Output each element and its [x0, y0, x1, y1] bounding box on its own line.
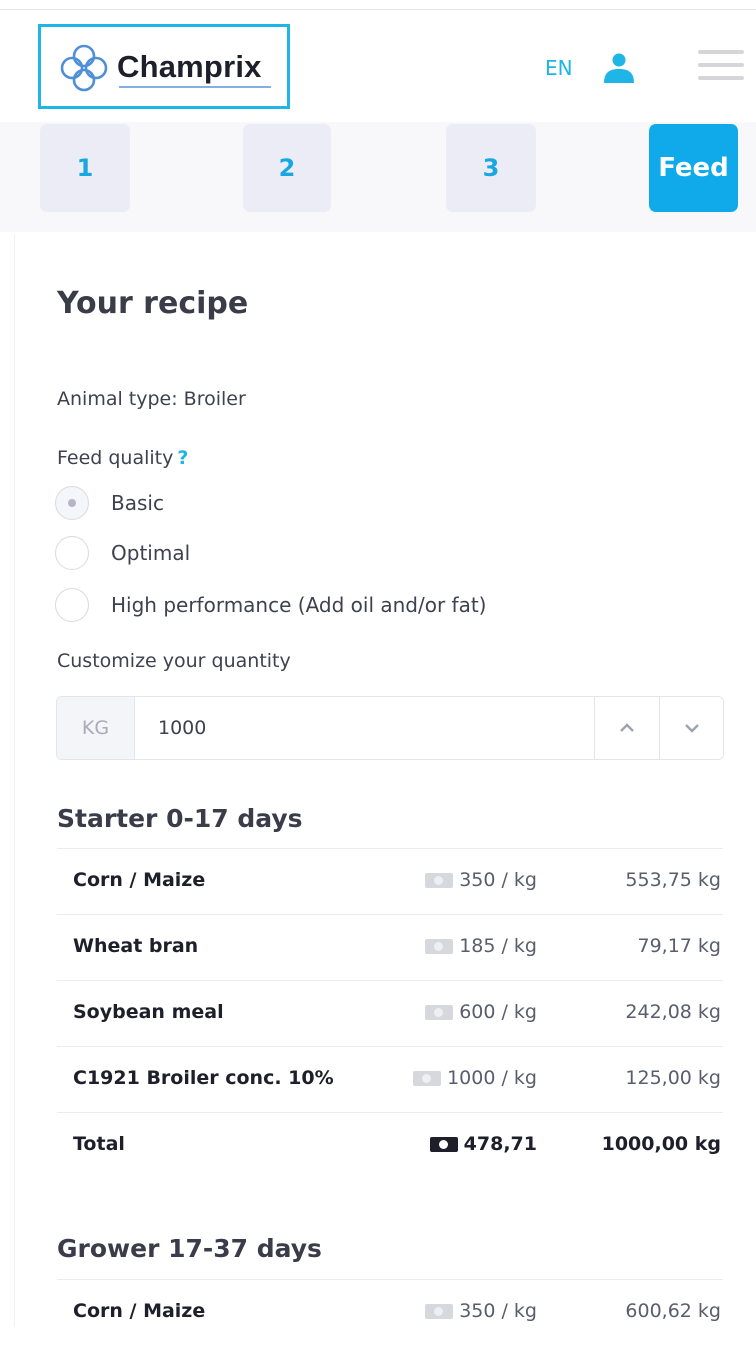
money-icon — [425, 1004, 454, 1020]
grower-table: Corn / Maize 350 / kg 600,62 kg — [57, 1279, 723, 1345]
step-2-button[interactable]: 2 — [243, 124, 331, 212]
recipe-card: Your recipe Animal type: Broiler Feed qu… — [14, 234, 756, 1327]
ingredient-amount: 553,75 kg — [625, 869, 721, 891]
ingredient-name: C1921 Broiler conc. 10% — [73, 1067, 334, 1089]
quantity-stepper: KG — [56, 696, 724, 760]
radio-button[interactable] — [55, 588, 89, 622]
feed-quality-text: Feed quality — [57, 447, 174, 469]
ingredient-price: 600 / kg — [425, 1001, 537, 1023]
price-text: 185 / kg — [459, 935, 537, 957]
price-text: 350 / kg — [459, 1300, 537, 1322]
money-icon — [425, 872, 454, 888]
ingredient-name: Soybean meal — [73, 1001, 224, 1023]
ingredient-name: Corn / Maize — [73, 1300, 206, 1322]
ingredient-amount: 79,17 kg — [637, 935, 722, 957]
ingredient-name: Wheat bran — [73, 935, 199, 957]
radio-label: Basic — [111, 491, 164, 515]
chevron-down-icon — [685, 724, 699, 733]
feed-quality-label: Feed quality? — [57, 447, 188, 469]
ingredient-price: 350 / kg — [425, 1300, 537, 1322]
ingredient-price: 1000 / kg — [413, 1067, 537, 1089]
table-row: Soybean meal 600 / kg 242,08 kg — [57, 980, 723, 1046]
radio-label: Optimal — [111, 541, 191, 565]
champrix-logo-icon — [60, 44, 108, 92]
ingredient-price: 185 / kg — [425, 935, 537, 957]
table-total-row: Total 478,71 1000,00 kg — [57, 1112, 723, 1178]
ingredient-amount: 242,08 kg — [625, 1001, 721, 1023]
table-row: Corn / Maize 350 / kg 553,75 kg — [57, 848, 723, 914]
step-feed-button[interactable]: Feed — [649, 124, 738, 212]
logo-underline — [119, 86, 271, 88]
price-text: 350 / kg — [459, 869, 537, 891]
radio-basic[interactable]: Basic — [55, 486, 164, 520]
animal-type: Animal type: Broiler — [57, 388, 246, 410]
total-amount: 1000,00 kg — [601, 1133, 721, 1155]
user-icon[interactable] — [602, 50, 636, 84]
money-icon — [425, 938, 454, 954]
logo-text: Champrix — [117, 49, 262, 84]
radio-button[interactable] — [55, 536, 89, 570]
increase-button[interactable] — [594, 697, 659, 759]
logo[interactable]: Champrix — [38, 24, 290, 109]
language-switcher[interactable]: EN — [545, 56, 573, 80]
section-title-starter: Starter 0-17 days — [57, 804, 303, 833]
step-navigation: 1 2 3 Feed — [0, 122, 756, 232]
hamburger-menu-icon[interactable] — [698, 50, 744, 84]
step-1-button[interactable]: 1 — [40, 124, 130, 212]
section-title-grower: Grower 17-37 days — [57, 1234, 322, 1263]
page-title: Your recipe — [57, 286, 249, 321]
total-price: 478,71 — [429, 1133, 537, 1155]
table-row: Wheat bran 185 / kg 79,17 kg — [57, 914, 723, 980]
ingredient-amount: 600,62 kg — [625, 1300, 721, 1322]
quantity-unit: KG — [57, 697, 135, 759]
money-icon — [425, 1303, 454, 1319]
app-header: Champrix EN — [0, 10, 756, 122]
ingredient-amount: 125,00 kg — [625, 1067, 721, 1089]
ingredient-price: 350 / kg — [425, 869, 537, 891]
total-label: Total — [73, 1133, 125, 1155]
chevron-up-icon — [620, 723, 634, 732]
radio-label: High performance (Add oil and/or fat) — [111, 593, 487, 617]
decrease-button[interactable] — [659, 697, 723, 759]
step-3-button[interactable]: 3 — [446, 124, 536, 212]
radio-button-checked[interactable] — [55, 486, 89, 520]
price-text: 1000 / kg — [447, 1067, 537, 1089]
total-price-text: 478,71 — [463, 1133, 537, 1155]
money-icon — [429, 1136, 458, 1152]
radio-high-performance[interactable]: High performance (Add oil and/or fat) — [55, 588, 486, 622]
ingredient-name: Corn / Maize — [73, 869, 206, 891]
radio-optimal[interactable]: Optimal — [55, 536, 190, 570]
starter-table: Corn / Maize 350 / kg 553,75 kg Wheat br… — [57, 848, 723, 1178]
price-text: 600 / kg — [459, 1001, 537, 1023]
table-row: Corn / Maize 350 / kg 600,62 kg — [57, 1279, 723, 1345]
quantity-label: Customize your quantity — [57, 650, 291, 672]
quantity-input[interactable] — [136, 697, 594, 759]
table-row: C1921 Broiler conc. 10% 1000 / kg 125,00… — [57, 1046, 723, 1112]
help-icon[interactable]: ? — [177, 447, 188, 469]
money-icon — [413, 1070, 442, 1086]
